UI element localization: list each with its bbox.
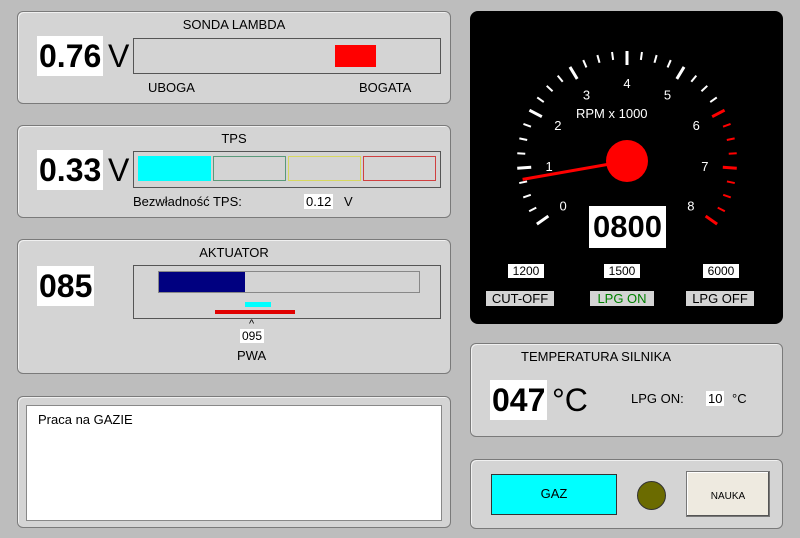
message-panel: Praca na GAZIE bbox=[17, 396, 451, 528]
rpm-tick bbox=[700, 85, 708, 93]
temperature-panel: TEMPERATURA SILNIKA 047 °C LPG ON: 10 °C bbox=[470, 343, 783, 437]
controls-panel: GAZ NAUKA bbox=[470, 459, 783, 529]
tps-title: TPS bbox=[221, 131, 247, 146]
pwa-label: PWA bbox=[237, 348, 267, 363]
rpm-tick bbox=[704, 214, 718, 226]
rpm-tick bbox=[722, 165, 737, 170]
rpm-tick bbox=[536, 96, 545, 103]
rpm-tick-label: 3 bbox=[583, 87, 590, 102]
tps-unit: V bbox=[108, 152, 130, 188]
rpm-tick bbox=[568, 66, 579, 80]
rpm-tick-label: 2 bbox=[554, 118, 561, 133]
tps-bar bbox=[133, 151, 441, 188]
rpm-tick bbox=[519, 137, 528, 141]
rpm-tick-label: 4 bbox=[623, 76, 630, 91]
lambda-unit: V bbox=[108, 38, 130, 74]
rpm-tick bbox=[722, 193, 732, 199]
lambda-value: 0.76 bbox=[37, 36, 104, 76]
rpm-tick bbox=[666, 59, 672, 68]
tps-segment-3 bbox=[288, 156, 361, 181]
actuator-fill bbox=[159, 272, 245, 292]
lambda-rich-label: BOGATA bbox=[359, 80, 412, 95]
rpm-tick bbox=[528, 206, 537, 213]
rpm-tick-label: 5 bbox=[664, 87, 671, 102]
rpm-tick bbox=[709, 96, 718, 103]
lambda-bar bbox=[133, 38, 441, 74]
rpm-tick bbox=[528, 108, 543, 119]
rpm-tick bbox=[582, 59, 588, 68]
rpm-tick bbox=[546, 85, 554, 93]
learn-button-label: NAUKA bbox=[710, 491, 746, 502]
rpm-tick bbox=[536, 214, 550, 226]
rpm-tick bbox=[639, 51, 643, 61]
tps-deadband-unit: V bbox=[344, 194, 353, 209]
temperature-lpg-on-unit: °C bbox=[732, 391, 747, 406]
message-box: Praca na GAZIE bbox=[26, 405, 442, 521]
tps-value: 0.33 bbox=[37, 150, 104, 190]
lambda-lean-label: UBOGA bbox=[148, 80, 195, 95]
learn-button[interactable]: NAUKA bbox=[686, 471, 770, 517]
tps-panel: TPS 0.33 V Bezwładność TPS: 0.12 V bbox=[17, 125, 451, 218]
cutoff-label: CUT-OFF bbox=[486, 291, 554, 306]
rpm-tick bbox=[722, 123, 731, 128]
lpg-on-rpm-value: 1500 bbox=[604, 264, 640, 278]
rpm-tick-label: 7 bbox=[701, 159, 708, 174]
tps-segment-2 bbox=[213, 156, 286, 181]
cutoff-value: 1200 bbox=[508, 264, 544, 278]
tps-segment-1 bbox=[138, 156, 211, 181]
rpm-tick bbox=[675, 66, 686, 80]
lambda-indicator bbox=[335, 45, 376, 67]
rpm-tick bbox=[596, 54, 601, 64]
rpm-needle-hub bbox=[606, 140, 648, 182]
rpm-tick bbox=[522, 193, 532, 199]
rpm-tick bbox=[711, 108, 726, 119]
rpm-tick bbox=[523, 123, 532, 128]
rpm-tick bbox=[728, 152, 737, 155]
rpm-tick-label: 0 bbox=[559, 199, 566, 214]
rpm-tick bbox=[556, 74, 564, 83]
rpm-tick bbox=[653, 54, 658, 64]
rpm-unit-label: RPM x 1000 bbox=[576, 106, 648, 121]
rpm-tick bbox=[717, 206, 726, 213]
pwa-base-bar bbox=[215, 310, 295, 314]
lpg-on-label: LPG ON bbox=[590, 291, 654, 306]
rpm-tick bbox=[519, 180, 528, 185]
actuator-title: AKTUATOR bbox=[199, 245, 269, 260]
temperature-lpg-on-value: 10 bbox=[706, 391, 725, 406]
temperature-lpg-on-label: LPG ON: bbox=[631, 391, 684, 406]
rpm-tick bbox=[611, 51, 615, 61]
actuator-panel: AKTUATOR 085 ^ 095 PWA bbox=[17, 239, 451, 374]
tps-deadband-label: Bezwładność TPS: bbox=[133, 194, 242, 209]
tps-segment-4 bbox=[363, 156, 436, 181]
message-text: Praca na GAZIE bbox=[38, 412, 133, 427]
gas-status-led bbox=[637, 481, 666, 510]
rpm-gauge: 0 1 2 3 4 5 6 7 8 RPM x 1000 0800 1200 1500 6000… bbox=[470, 11, 783, 324]
lpg-off-label: LPG OFF bbox=[686, 291, 754, 306]
lambda-title: SONDA LAMBDA bbox=[182, 17, 286, 32]
rpm-tick bbox=[517, 152, 526, 155]
pwa-value: 095 bbox=[240, 329, 265, 343]
actuator-value: 085 bbox=[37, 266, 95, 306]
temperature-unit: °C bbox=[552, 382, 588, 418]
rpm-tick bbox=[690, 74, 698, 83]
rpm-tick bbox=[726, 137, 735, 141]
rpm-tick bbox=[726, 180, 735, 185]
actuator-track bbox=[158, 271, 420, 293]
rpm-tick-label: 1 bbox=[546, 159, 553, 174]
gas-button-label: GAZ bbox=[540, 486, 568, 501]
pwa-marker-bar bbox=[245, 302, 271, 307]
tps-deadband-value: 0.12 bbox=[304, 194, 334, 209]
gas-button[interactable]: GAZ bbox=[491, 474, 617, 515]
temperature-title: TEMPERATURA SILNIKA bbox=[521, 349, 672, 364]
rpm-tick-label: 8 bbox=[687, 199, 694, 214]
lpg-off-value: 6000 bbox=[703, 264, 739, 278]
rpm-tick bbox=[517, 165, 532, 170]
rpm-tick-label: 6 bbox=[693, 118, 700, 133]
temperature-value: 047 bbox=[490, 380, 548, 420]
actuator-bar bbox=[133, 265, 441, 319]
lambda-panel: SONDA LAMBDA 0.76 V UBOGA BOGATA bbox=[17, 11, 451, 104]
rpm-digital-value: 0800 bbox=[589, 206, 666, 248]
